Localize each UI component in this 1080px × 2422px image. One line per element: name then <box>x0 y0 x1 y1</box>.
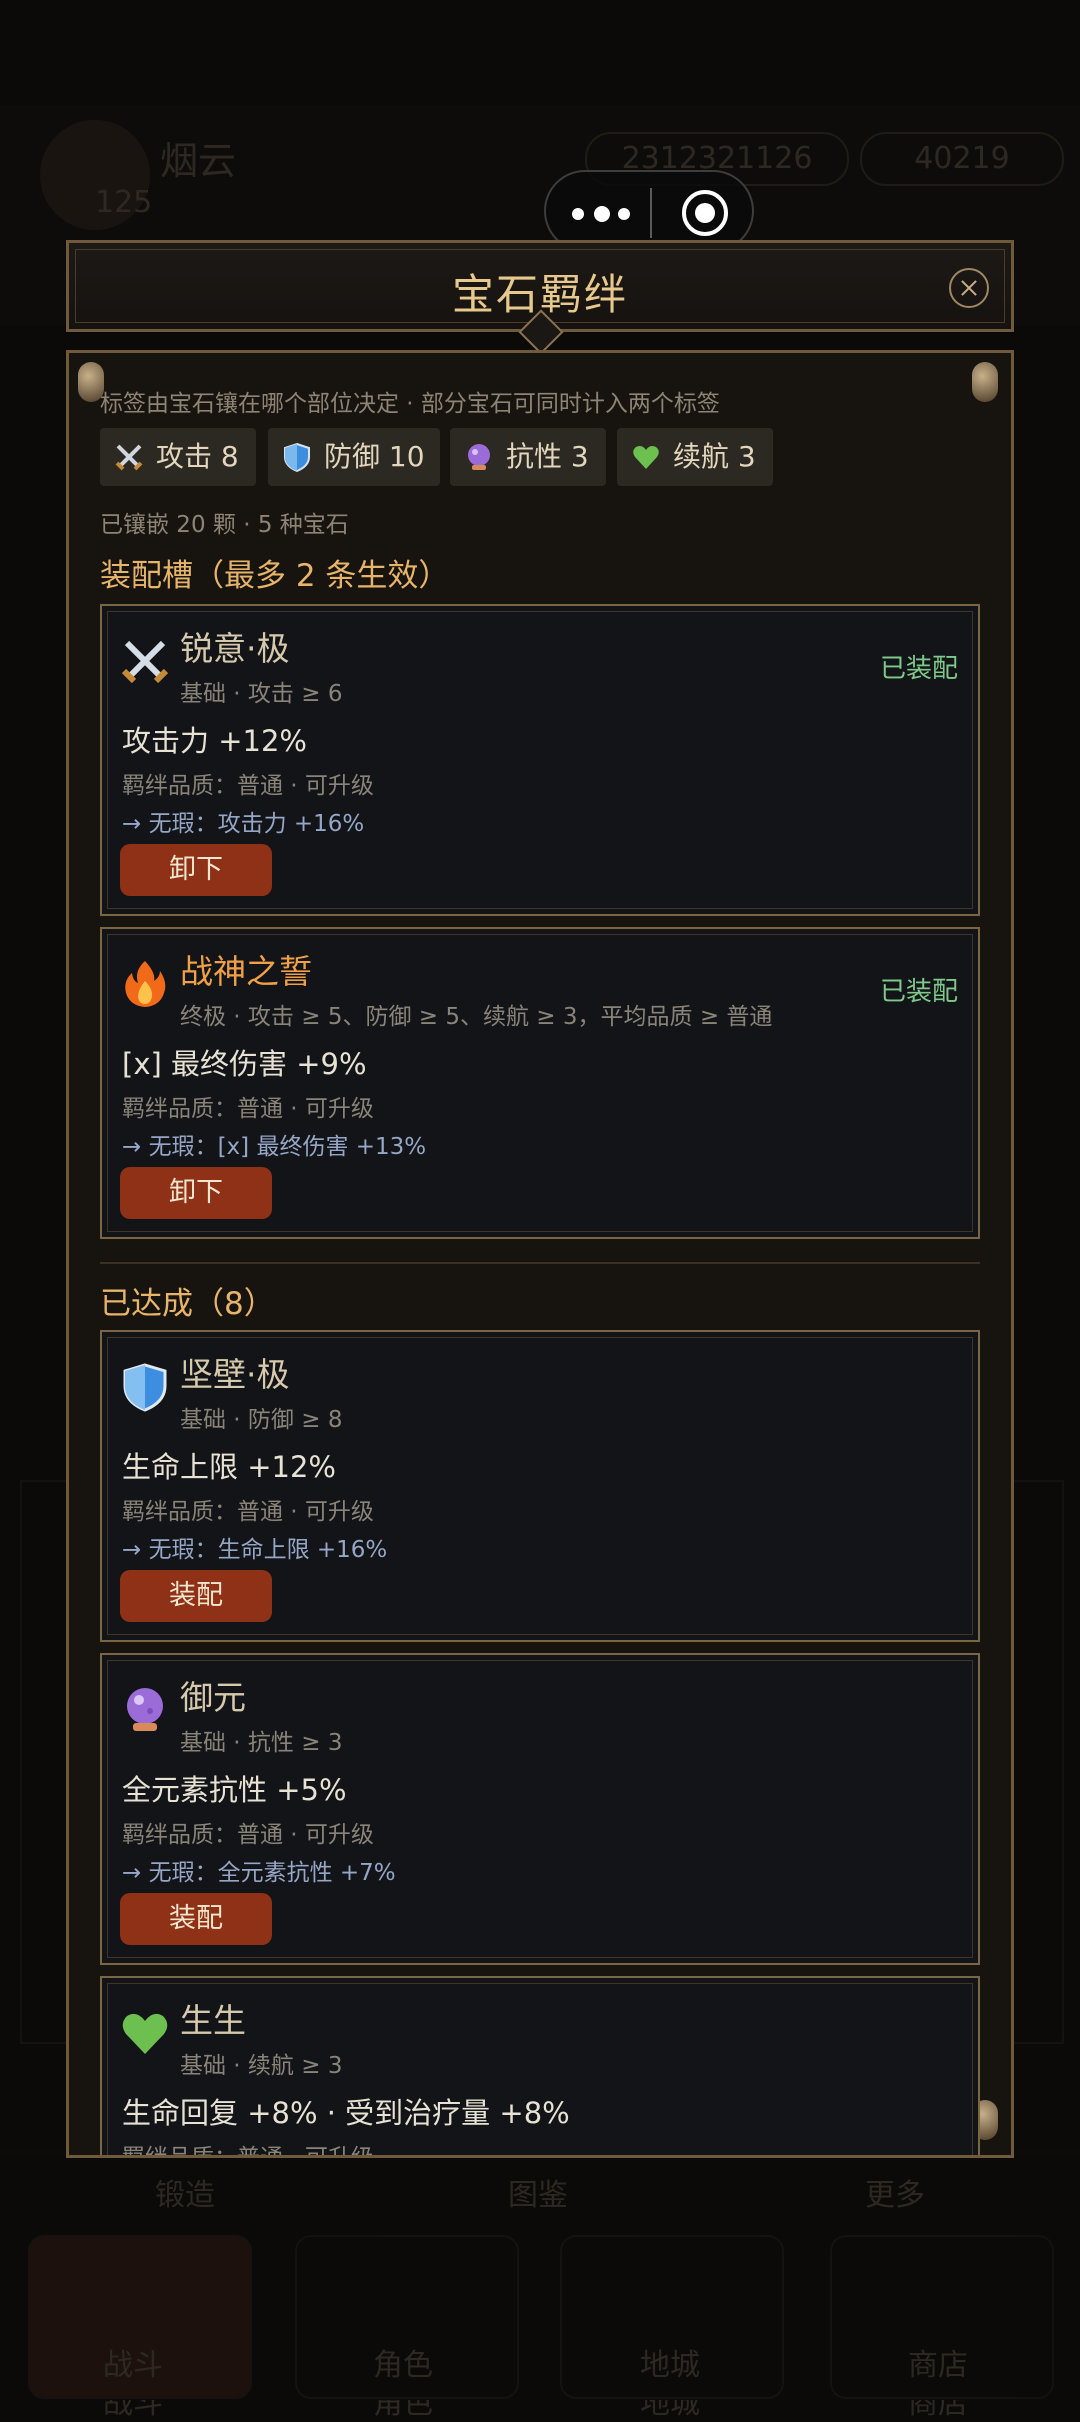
bond-effect: 攻击力 +12% <box>122 724 307 758</box>
section-divider <box>100 1262 980 1264</box>
bond-effect: 生命回复 +8% · 受到治疗量 +8% <box>122 2096 570 2130</box>
equipped-status: 已装配 <box>879 654 958 684</box>
bond-upgrade-preview: → 无瑕：[x] 最终伤害 +13% <box>122 1134 427 1160</box>
sword-icon <box>121 640 169 684</box>
bond-card: 锐意·极 基础 · 攻击 ≥ 6 已装配 攻击力 +12% 羁绊品质：普通 · … <box>100 604 980 916</box>
crystal-ball-icon <box>468 444 490 470</box>
close-button[interactable] <box>949 268 989 308</box>
corner-ornament <box>972 362 998 402</box>
equip-button[interactable]: 装配 <box>120 1570 272 1622</box>
equipped-section-title: 装配槽（最多 2 条生效） <box>100 558 450 594</box>
capsule-divider <box>650 188 652 238</box>
bond-quality: 羁绊品质：普通 · 可升级 <box>122 1822 374 1848</box>
bond-requirement: 基础 · 攻击 ≥ 6 <box>180 681 343 707</box>
unequip-button[interactable]: 卸下 <box>120 1167 272 1219</box>
bond-effect: 生命上限 +12% <box>122 1450 336 1484</box>
tag-explanation: 标签由宝石镶在哪个部位决定 · 部分宝石可同时计入两个标签 <box>100 391 720 417</box>
player-name: 烟云 <box>160 139 237 183</box>
bond-quality: 羁绊品质：普通 · 可升级 <box>122 1499 374 1525</box>
bond-upgrade-preview: → 无瑕：攻击力 +16% <box>122 811 365 837</box>
equipped-status: 已装配 <box>879 977 958 1007</box>
bond-name: 御元 <box>180 1678 246 1717</box>
bond-card: 坚壁·极 基础 · 防御 ≥ 8 生命上限 +12% 羁绊品质：普通 · 可升级… <box>100 1330 980 1642</box>
scroll-mask <box>0 2158 1080 2400</box>
tag-sustain: 续航 3 <box>617 428 773 486</box>
equip-button[interactable]: 装配 <box>120 1893 272 1945</box>
fire-icon <box>125 961 166 1007</box>
bond-effect: 全元素抗性 +5% <box>122 1773 347 1807</box>
tag-label: 攻击 8 <box>156 440 239 473</box>
bond-name: 坚壁·极 <box>180 1355 290 1394</box>
modal-bottom-edge <box>66 2155 1014 2158</box>
bond-card: 战神之誓 终极 · 攻击 ≥ 5、防御 ≥ 5、续航 ≥ 3，平均品质 ≥ 普通… <box>100 927 980 1239</box>
bond-card: 御元 基础 · 抗性 ≥ 3 全元素抗性 +5% 羁绊品质：普通 · 可升级 →… <box>100 1653 980 1965</box>
player-level: 125 <box>95 185 153 220</box>
bond-requirement: 基础 · 抗性 ≥ 3 <box>180 1730 343 1756</box>
tag-attack: 攻击 8 <box>100 428 256 486</box>
bond-requirement: 基础 · 续航 ≥ 3 <box>180 2053 343 2079</box>
bond-name: 生生 <box>180 2001 246 2040</box>
tag-defense: 防御 10 <box>268 428 440 486</box>
bond-requirement: 基础 · 防御 ≥ 8 <box>180 1407 343 1433</box>
shield-icon <box>123 1363 167 1412</box>
tag-label: 抗性 3 <box>506 440 589 473</box>
achieved-section-title: 已达成（8） <box>100 1286 275 1322</box>
tag-label: 防御 10 <box>324 440 425 473</box>
bond-name: 战神之誓 <box>180 952 312 991</box>
bond-quality: 羁绊品质：普通 · 可升级 <box>122 1096 374 1122</box>
bond-effect: [x] 最终伤害 +9% <box>122 1047 367 1081</box>
inlay-summary: 已镶嵌 20 颗 · 5 种宝石 <box>100 512 349 538</box>
bond-quality: 羁绊品质：普通 · 可升级 <box>122 773 374 799</box>
sword-icon <box>115 444 143 471</box>
gem-counter: 40219 <box>860 132 1064 186</box>
bond-upgrade-preview: → 无瑕：全元素抗性 +7% <box>122 1860 396 1886</box>
bond-upgrade-preview: → 无瑕：生命上限 +16% <box>122 1537 388 1563</box>
heart-icon <box>122 2013 168 2054</box>
heart-icon <box>633 446 659 469</box>
bond-requirement: 终极 · 攻击 ≥ 5、防御 ≥ 5、续航 ≥ 3，平均品质 ≥ 普通 <box>180 1004 773 1030</box>
unequip-button[interactable]: 卸下 <box>120 844 272 896</box>
tag-label: 续航 3 <box>673 440 756 473</box>
crystal-ball-icon <box>127 1688 163 1731</box>
tag-resist: 抗性 3 <box>450 428 606 486</box>
close-miniprogram-icon[interactable] <box>682 190 728 236</box>
shield-icon <box>284 442 310 472</box>
bond-name: 锐意·极 <box>180 629 290 668</box>
more-icon[interactable] <box>572 194 652 232</box>
